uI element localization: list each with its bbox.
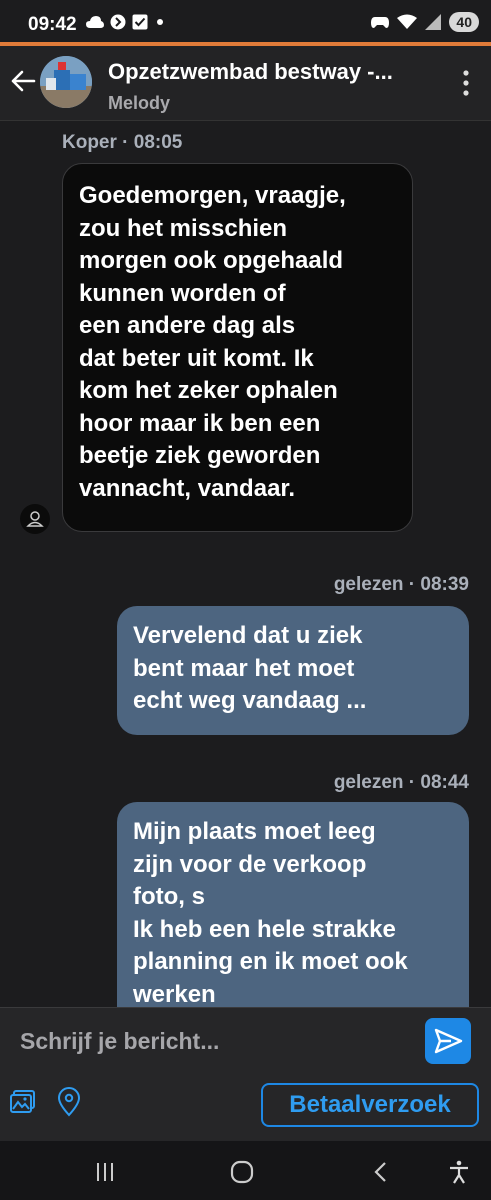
contact-name: Melody — [108, 93, 171, 113]
wifi-icon — [397, 14, 418, 29]
action-bar: Betaalverzoek — [0, 1077, 491, 1141]
status-time: 09:42 — [28, 14, 77, 35]
message-meta: Koper · 08:05 — [62, 132, 183, 153]
user-icon — [26, 511, 44, 527]
listing-thumbnail[interactable] — [40, 56, 92, 108]
gallery-icon[interactable] — [8, 1087, 38, 1117]
listing-title[interactable]: Opzetzwembad bestway -... — [108, 59, 428, 85]
recent-apps-icon[interactable] — [92, 1159, 118, 1185]
system-navigation-bar — [0, 1141, 491, 1200]
gamepad-icon — [371, 17, 390, 28]
incoming-message-bubble[interactable]: Goedemorgen, vraagje, zou het misschien … — [62, 163, 413, 532]
check-box-icon — [132, 14, 148, 30]
dot-icon — [157, 19, 163, 25]
message-input[interactable]: Schrijf je bericht... — [20, 1028, 219, 1055]
dot-circle-icon — [110, 14, 126, 30]
outgoing-message-bubble[interactable]: Mijn plaats moet leeg zijn voor de verko… — [117, 802, 469, 1007]
conversation-header: Opzetzwembad bestway -... Melody — [0, 46, 491, 121]
status-system-icons: 40 — [371, 12, 479, 32]
more-options-icon[interactable] — [461, 68, 471, 98]
outgoing-message-bubble[interactable]: Vervelend dat u ziek bent maar het moet … — [117, 606, 469, 735]
send-icon — [434, 1028, 463, 1054]
back-arrow-icon[interactable] — [8, 66, 38, 96]
home-icon[interactable] — [229, 1159, 255, 1185]
sender-avatar — [20, 504, 50, 534]
location-pin-icon[interactable] — [54, 1087, 84, 1117]
message-meta: gelezen · 08:44 — [333, 772, 469, 793]
message-meta: gelezen · 08:39 — [333, 574, 469, 595]
cloud-icon — [86, 16, 104, 28]
message-composer: Schrijf je bericht... — [0, 1007, 491, 1078]
send-button[interactable] — [425, 1018, 471, 1064]
status-bar: 09:42 40 — [0, 0, 491, 42]
payment-request-button[interactable]: Betaalverzoek — [261, 1083, 479, 1127]
battery-level: 40 — [449, 12, 479, 32]
accessibility-icon[interactable] — [446, 1159, 472, 1185]
message-list[interactable]: Koper · 08:05 Goedemorgen, vraagje, zou … — [0, 121, 491, 1007]
signal-icon — [425, 14, 442, 30]
back-nav-icon[interactable] — [368, 1159, 394, 1185]
status-notification-icons — [86, 14, 166, 30]
